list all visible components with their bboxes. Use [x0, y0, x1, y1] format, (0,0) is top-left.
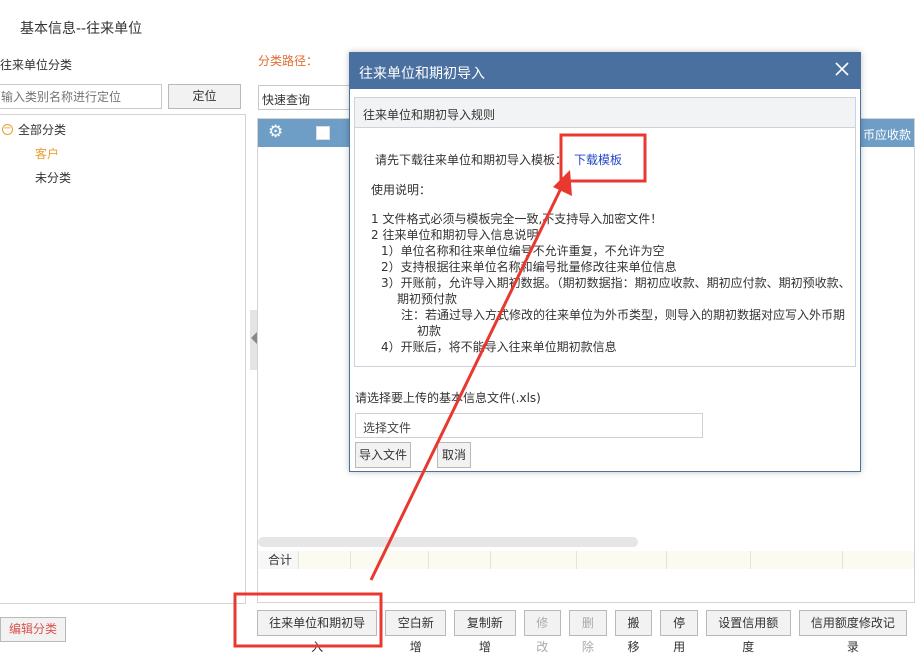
locate-button[interactable]: 定位: [168, 84, 241, 109]
horizontal-scrollbar[interactable]: [258, 537, 638, 547]
collapse-icon[interactable]: −: [2, 124, 13, 135]
import-units-button[interactable]: 往来单位和期初导入: [257, 610, 378, 654]
category-tree: − 全部分类 客户 未分类: [0, 114, 246, 604]
edit-category-button[interactable]: 编辑分类: [0, 617, 66, 642]
rules-panel-title: 往来单位和期初导入规则: [355, 98, 855, 128]
total-cell: [842, 551, 914, 569]
move-button[interactable]: 搬移: [614, 610, 653, 654]
usage-label: 使用说明：: [371, 183, 432, 197]
import-rules-panel: 往来单位和期初导入规则 请先下载往来单位和期初导入模板： 下载模板 使用说明： …: [354, 97, 856, 367]
total-cell: [750, 551, 842, 569]
rule-item: 1）单位名称和往来单位编号不允许重复，不允许为空: [381, 244, 665, 258]
rule-item: 2 往来单位和期初导入信息说明: [371, 228, 539, 242]
tree-root-label: 全部分类: [18, 123, 67, 137]
total-cell: [490, 551, 576, 569]
import-file-button[interactable]: 导入文件: [355, 442, 412, 468]
tree-root-node[interactable]: − 全部分类: [2, 121, 66, 138]
category-path-label: 分类路径：: [258, 54, 319, 68]
category-panel-title: 往来单位分类: [0, 58, 73, 72]
total-cell: [298, 551, 350, 569]
select-file-prompt: 请选择要上传的基本信息文件(.xls): [355, 391, 541, 405]
import-dialog: 往来单位和期初导入 往来单位和期初导入规则 请先下载往来单位和期初导入模板： 下…: [349, 52, 861, 472]
cancel-button[interactable]: 取消: [437, 442, 472, 468]
set-credit-limit-button[interactable]: 设置信用额度: [705, 610, 791, 654]
dialog-title: 往来单位和期初导入: [359, 66, 485, 82]
template-prompt: 请先下载往来单位和期初导入模板：: [375, 153, 568, 167]
rule-item: 1 文件格式必须与模板完全一致,不支持导入加密文件！: [371, 212, 663, 226]
rules-list: 1 文件格式必须与模板完全一致,不支持导入加密文件！ 2 往来单位和期初导入信息…: [371, 211, 855, 355]
total-label: 合计: [268, 553, 293, 567]
dialog-header: 往来单位和期初导入: [350, 53, 860, 89]
gear-icon[interactable]: ⚙: [268, 124, 283, 141]
total-cell: [350, 551, 428, 569]
close-icon[interactable]: [834, 61, 850, 77]
rule-note: 注：若通过导入方式修改的往来单位为外币类型，则导入的期初数据对应写入外币期初款: [401, 308, 846, 338]
grid-column-header[interactable]: 币应收款: [863, 126, 911, 143]
download-template-link[interactable]: 下载模板: [574, 151, 622, 168]
rule-item: 3）开账前，允许导入期初数据。（期初数据指：期初应收款、期初应付款、期初预收款、…: [381, 276, 851, 306]
disable-button[interactable]: 停用: [660, 610, 698, 654]
file-chooser[interactable]: 选择文件: [355, 413, 703, 438]
rule-item: 2）支持根据往来单位名称和编号批量修改往来单位信息: [381, 260, 677, 274]
delete-button[interactable]: 删除: [569, 610, 607, 654]
left-panel: 往来单位分类 定位 − 全部分类 客户 未分类: [0, 50, 246, 605]
blank-add-button[interactable]: 空白新增: [385, 610, 447, 654]
quick-query-input[interactable]: 快速查询: [258, 85, 350, 110]
select-all-checkbox[interactable]: [316, 126, 330, 140]
total-cell: [666, 551, 750, 569]
rule-item: 4）开账后，将不能导入往来单位期初款信息: [381, 340, 617, 354]
credit-limit-history-button[interactable]: 信用额度修改记录: [798, 610, 907, 654]
page-title: 基本信息--往来单位: [20, 21, 143, 37]
copy-add-button[interactable]: 复制新增: [454, 610, 516, 654]
bottom-toolbar: 往来单位和期初导入 空白新增 复制新增 修改 删除 搬移 停用 设置信用额度 信…: [257, 610, 915, 654]
tree-item-uncategorized[interactable]: 未分类: [35, 169, 71, 186]
grid-total-row: 合计: [258, 551, 914, 569]
tree-item-customer[interactable]: 客户: [35, 145, 59, 162]
category-search-input[interactable]: [0, 84, 162, 109]
total-cell: [428, 551, 490, 569]
modify-button[interactable]: 修改: [523, 610, 562, 654]
total-cell: [576, 551, 666, 569]
